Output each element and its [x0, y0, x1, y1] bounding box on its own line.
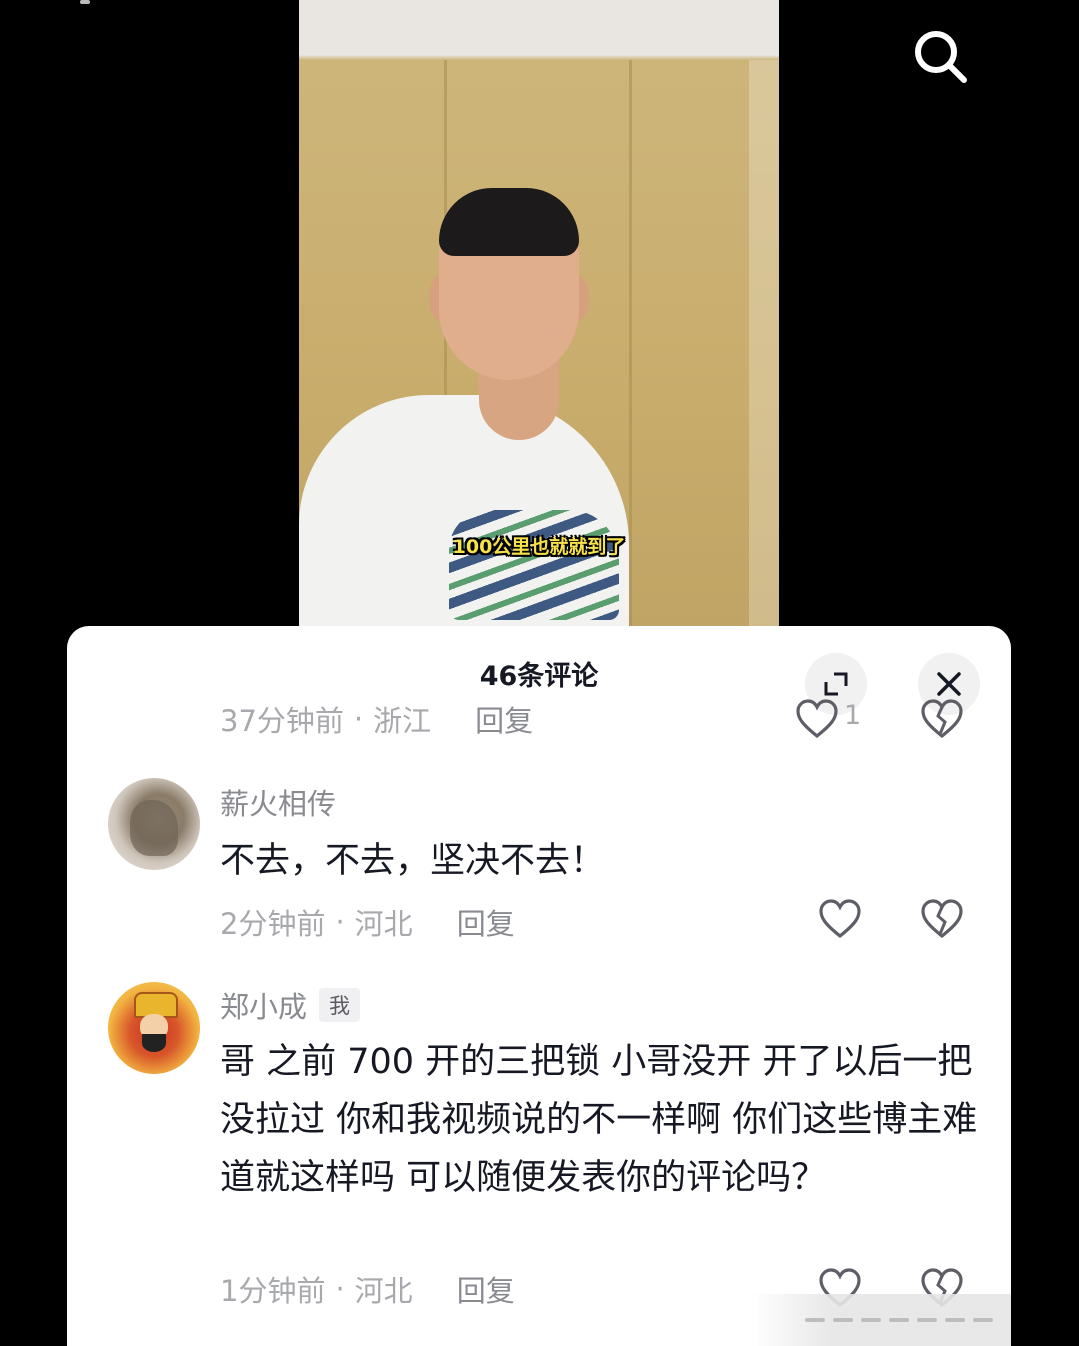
meta-separator: · [353, 702, 364, 736]
comment-time: 37分钟前 [220, 704, 344, 738]
meta-separator: · [335, 905, 345, 939]
wall-detail [629, 60, 632, 660]
comment-location: 河北 [354, 1274, 413, 1308]
search-icon [915, 31, 967, 83]
dislike-button[interactable] [917, 894, 967, 944]
back-indicator[interactable] [80, 0, 90, 4]
like-button[interactable] [815, 894, 865, 944]
comment-time: 1分钟前 [220, 1274, 326, 1308]
comment-location: 河北 [354, 907, 413, 941]
wall-detail [749, 60, 779, 660]
comment-count-title: 46条评论 [479, 661, 599, 692]
reply-button[interactable]: 回复 [457, 1268, 515, 1310]
reply-button[interactable]: 回复 [475, 698, 533, 740]
video-player[interactable]: 100公里也就就到了 [299, 0, 779, 660]
broken-heart-icon [921, 699, 963, 739]
username-text: 郑小成 [220, 990, 308, 1024]
comment-text: 哥 之前 700 开的三把锁 小哥没开 开了以后一把没拉过 你和我视频说的不一样… [220, 1042, 978, 1198]
person-hair [439, 188, 579, 256]
me-badge: 我 [319, 988, 361, 1022]
comment-text: 不去，不去，坚决不去！ [220, 841, 606, 881]
dislike-button[interactable] [917, 694, 967, 744]
broken-heart-icon [921, 899, 963, 939]
comment-meta: 2分钟前 · 河北 回复 [220, 901, 515, 943]
like-button[interactable] [792, 694, 842, 744]
reply-button[interactable]: 回复 [457, 901, 515, 943]
video-caption: 100公里也就就到了 [452, 536, 626, 558]
comment-time: 2分钟前 [220, 907, 326, 941]
avatar[interactable] [108, 982, 200, 1074]
meta-separator: · [335, 1272, 345, 1306]
comment-meta: 1分钟前 · 河北 回复 [220, 1268, 515, 1310]
comment-location: 浙江 [373, 704, 432, 738]
avatar[interactable] [108, 778, 200, 870]
comment-username[interactable]: 薪火相传 [220, 781, 336, 823]
heart-icon [819, 899, 861, 939]
comment-username[interactable]: 郑小成 我 [220, 984, 361, 1026]
watermark [751, 1294, 1011, 1346]
comment-meta: 37分钟前 · 浙江 回复 [220, 698, 533, 740]
comment-sheet: 46条评论 37分钟前 · 浙江 回复 1 薪火相传 不去，不去，坚决不去！ 2 [67, 626, 1011, 1346]
heart-icon [796, 699, 838, 739]
search-button[interactable] [910, 26, 970, 86]
like-count: 1 [844, 700, 862, 731]
shirt-print [449, 510, 619, 620]
